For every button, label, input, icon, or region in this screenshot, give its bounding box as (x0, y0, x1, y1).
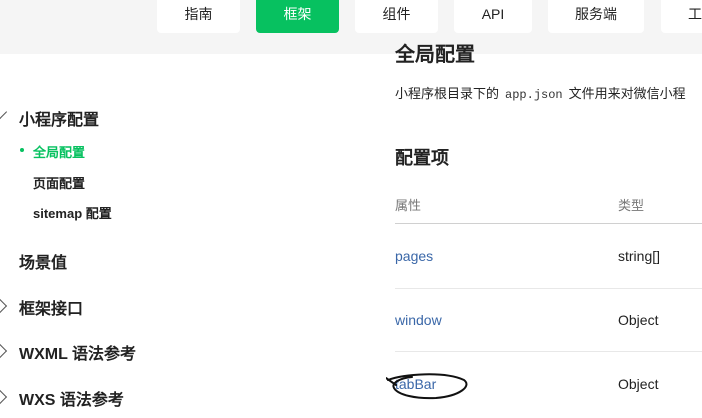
table-header-divider (395, 223, 702, 224)
active-dot-icon (20, 148, 24, 152)
sidebar-item-label: 全局配置 (33, 145, 86, 160)
sidebar-item-label: sitemap 配置 (33, 206, 112, 221)
page-title: 全局配置 (395, 44, 475, 66)
docs-page: 指南 框架 组件 API 服务端 工 小程序配置 全局配置 页面配置 sitem… (0, 0, 702, 418)
sidebar-item-sitemap-config[interactable]: sitemap 配置 (0, 201, 300, 221)
intro-text-after: 文件用来对微信小程 (568, 86, 686, 101)
table-row-divider (395, 288, 702, 289)
sidebar-section-wxml-reference[interactable]: WXML 语法参考 (0, 337, 300, 363)
sidebar-section-label: 场景值 (19, 255, 68, 272)
nav-tab-components[interactable]: 组件 (355, 0, 438, 33)
sidebar-section-label: WXS 语法参考 (19, 392, 124, 409)
sidebar-section-scene-values[interactable]: 场景值 (0, 246, 300, 272)
nav-tab-tools[interactable]: 工 (661, 0, 702, 33)
chevron-down-icon (0, 104, 8, 120)
sidebar-section-label: WXML 语法参考 (19, 346, 137, 363)
sidebar-section-label: 框架接口 (19, 301, 84, 318)
table-cell-attr-link[interactable]: pages (395, 248, 433, 264)
table-cell-attr-link[interactable]: window (395, 312, 442, 328)
sidebar-item-label: 页面配置 (33, 176, 86, 191)
sidebar-section-framework-interface[interactable]: 框架接口 (0, 292, 300, 318)
table-row-divider (395, 351, 702, 352)
main-content: 全局配置 小程序根目录下的 app.json 文件用来对微信小程 配置项 属性 类型… (300, 44, 702, 418)
sidebar-item-global-config[interactable]: 全局配置 (0, 140, 300, 160)
top-nav: 指南 框架 组件 API 服务端 工 (0, 0, 702, 54)
sidebar-section-miniprogram-config[interactable]: 小程序配置 (0, 102, 300, 130)
intro-paragraph: 小程序根目录下的 app.json 文件用来对微信小程 (395, 83, 686, 102)
table-cell-type: Object (618, 376, 659, 392)
intro-text-before: 小程序根目录下的 (395, 86, 500, 101)
nav-tab-server[interactable]: 服务端 (548, 0, 644, 33)
chevron-right-icon (0, 389, 8, 405)
chevron-right-icon (0, 298, 8, 314)
section-title: 配置项 (395, 148, 449, 168)
table-cell-type: Object (618, 312, 659, 328)
table-header-type: 类型 (618, 198, 645, 213)
table-cell-type: string[] (618, 248, 661, 264)
nav-tab-guide[interactable]: 指南 (157, 0, 240, 33)
intro-code: app.json (505, 88, 563, 102)
sidebar-item-page-config[interactable]: 页面配置 (0, 171, 300, 191)
nav-tab-framework[interactable]: 框架 (256, 0, 339, 33)
table-header-attribute: 属性 (395, 198, 422, 213)
nav-tab-api[interactable]: API (454, 0, 532, 33)
sidebar: 小程序配置 全局配置 页面配置 sitemap 配置 场景值 框架接口 WXML… (0, 54, 300, 418)
scribble-annotation-icon (386, 373, 468, 400)
sidebar-section-wxs-reference[interactable]: WXS 语法参考 (0, 383, 300, 409)
chevron-right-icon (0, 343, 8, 359)
sidebar-section-label: 小程序配置 (19, 112, 100, 129)
